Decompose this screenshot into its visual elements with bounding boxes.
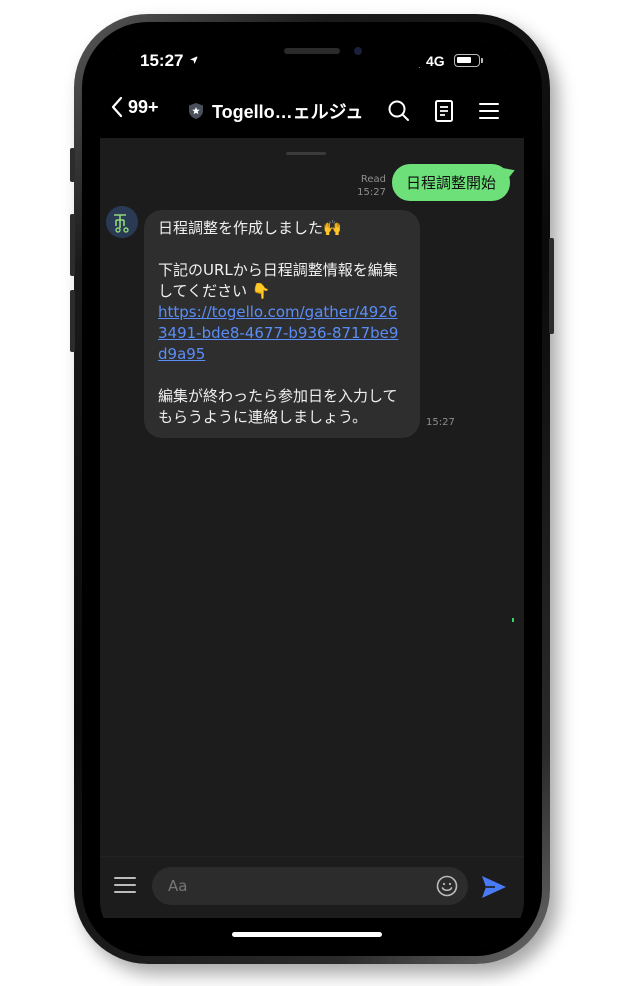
message-input[interactable] [152,867,468,905]
incoming-time: 15:27 [426,417,455,428]
decorative-dot [512,618,514,622]
avatar[interactable] [106,206,138,238]
home-indicator[interactable] [232,932,382,937]
send-icon[interactable] [480,874,508,900]
status-time: 15:27 [140,51,184,70]
input-menu-icon[interactable] [114,876,136,894]
outgoing-meta: Read 15:27 [357,173,386,201]
emoji-icon[interactable] [436,875,458,897]
back-button[interactable]: 99+ [110,96,159,118]
power-button [549,238,554,334]
chat-title-area[interactable]: Togello…ェルジュ [188,98,363,124]
read-receipt: Read [360,174,386,185]
chat-header: 99+ Togello…ェルジュ [100,84,524,138]
notch [196,40,428,72]
battery-icon [454,54,483,67]
incoming-line-2: 下記のURLから日程調整情報を編集してください 👇 [158,261,398,300]
incoming-bubble[interactable]: 日程調整を作成しました🙌 下記のURLから日程調整情報を編集してください 👇 h… [144,210,420,438]
incoming-line-3: 編集が終わったら参加日を入力してもらうように連絡しましょう。 [158,387,398,426]
notes-icon[interactable] [431,98,457,124]
chevron-left-icon [111,96,123,118]
bot-avatar-icon [106,206,138,238]
network-type: 4G [426,53,445,69]
chat-title: Togello…ェルジュ [212,102,364,122]
screen: 15:27 4G 99+ Togello…ェルジュ Read 15:27 日程調… [100,40,524,946]
verified-shield-icon [189,103,203,119]
incoming-line-1: 日程調整を作成しました🙌 [158,219,342,237]
home-indicator-area [100,918,524,946]
outgoing-message-row: Read 15:27 日程調整開始 [357,164,510,201]
unread-count: 99+ [128,96,159,117]
hamburger-menu-icon[interactable] [476,98,502,124]
chat-area[interactable]: Read 15:27 日程調整開始 日程調整を作成しました🙌 下記のURLから日… [100,138,524,856]
volume-down-button [70,290,75,352]
gather-link[interactable]: https://togello.com/gather/49263491-bde8… [158,303,398,363]
outgoing-time: 15:27 [357,187,386,198]
pull-handle [286,152,326,155]
front-camera [354,47,362,55]
volume-up-button [70,214,75,276]
search-icon[interactable] [386,98,412,124]
earpiece-speaker [284,48,340,54]
outgoing-bubble[interactable]: 日程調整開始 [391,164,510,201]
message-input-bar [100,856,524,918]
mute-switch [70,148,75,182]
